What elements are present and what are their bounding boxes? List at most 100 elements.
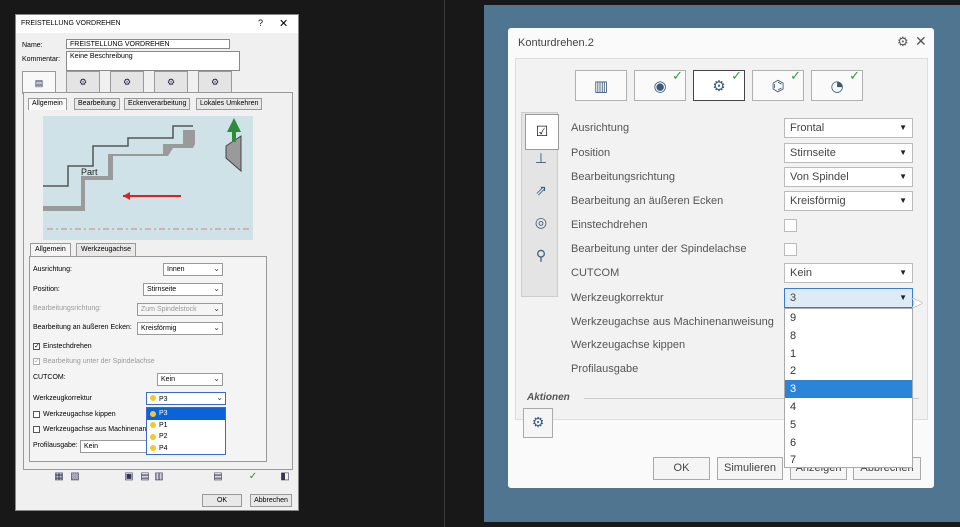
close-icon[interactable]: ✕ [915, 33, 927, 50]
list-item[interactable]: 1 [785, 345, 912, 363]
caret-down-icon: ▼ [899, 268, 907, 277]
ecken-dropdown[interactable]: Kreisförmig ⌄ [137, 322, 223, 335]
unter-spindel-checkbox: ✓ Bearbeitung unter der Spindelachse [33, 358, 155, 365]
check-icon[interactable]: ✓ [246, 471, 260, 485]
tab-macros[interactable]: ⚙ [198, 71, 232, 93]
list-item[interactable]: 2 [785, 362, 912, 380]
side-spindle-icon[interactable]: ⚲ [528, 243, 554, 269]
list-item[interactable]: P3 [147, 408, 225, 420]
ausrichtung-dropdown[interactable]: Frontal ▼ [784, 118, 913, 138]
tool-dot-icon [150, 395, 156, 401]
action-button[interactable]: ⚙ [523, 408, 553, 438]
subtab-eckenverarbeitung[interactable]: Eckenverarbeitung [124, 98, 191, 110]
werkzeugkorrektur-value: P3 [159, 396, 168, 403]
caret-down-icon: ▼ [899, 123, 907, 132]
help-button[interactable]: ? [258, 18, 263, 28]
close-button[interactable]: ✕ [279, 17, 288, 30]
report-icon[interactable]: ▤ [211, 471, 225, 485]
chevron-down-icon: ⌄ [213, 374, 220, 383]
inner-tab-allgemein[interactable]: Allgemein [30, 243, 71, 257]
einstech-checkbox[interactable] [784, 219, 797, 232]
werkzeugkorrektur-dropdown[interactable]: P3 ⌄ [146, 392, 226, 405]
bearbeitungsrichtung-dropdown: Zum Spindelstock ⌄ [137, 303, 223, 316]
einstech-label: Einstechdrehen [571, 219, 648, 231]
ausrichtung-value: Frontal [790, 122, 825, 134]
machine-icon[interactable]: ▤ [138, 471, 152, 485]
einstech-label: Einstechdrehen [43, 343, 92, 350]
operation-picture: Part [43, 116, 253, 240]
tool-dot-icon [150, 410, 156, 417]
checkbox-icon [33, 426, 40, 433]
machine-axis-checkbox[interactable]: Werkzeugachse aus Machinenan [33, 426, 146, 433]
cutcom-dropdown[interactable]: Kein ▼ [784, 263, 913, 283]
tab-tool-icon[interactable]: ◉ ✓ [634, 69, 686, 101]
tab-tool[interactable]: ⚙ [66, 71, 100, 93]
list-item[interactable]: P4 [147, 443, 225, 455]
chevron-down-icon: ⌄ [213, 264, 220, 273]
tab-macro-icon[interactable]: ⌬ ✓ [752, 69, 804, 101]
list-item[interactable]: P1 [147, 420, 225, 432]
comment-field[interactable]: Keine Beschreibung [66, 51, 240, 71]
side-transform-icon[interactable]: ⇗ [528, 178, 554, 204]
tab-feedrate-icon[interactable]: ◔ ✓ [811, 69, 863, 101]
caret-down-icon: ▼ [899, 196, 907, 205]
unter-spindel-checkbox[interactable] [784, 243, 797, 256]
cutcom-label: CUTCOM [571, 267, 620, 279]
name-label: Name: [22, 42, 43, 49]
ausrichtung-label: Ausrichtung: [33, 266, 72, 273]
ok-button[interactable]: OK [202, 494, 242, 507]
list-item[interactable]: 5 [785, 416, 912, 434]
werkzeugkorrektur-dropdown[interactable]: 3 ▼ [784, 288, 913, 308]
tool-icon[interactable]: ▦ [52, 471, 66, 485]
list-item[interactable]: 9 [785, 309, 912, 327]
subtab-bearbeitung[interactable]: Bearbeitung [74, 98, 120, 110]
ecken-value: Kreisförmig [790, 195, 846, 207]
position-dropdown[interactable]: Stirnseite ⌄ [143, 283, 223, 296]
simulate-button[interactable]: Simulieren [717, 457, 783, 480]
ausrichtung-value: Innen [167, 266, 185, 273]
tab-geometry[interactable]: ▤ [22, 71, 56, 94]
simulate-icon[interactable]: ▣ [122, 471, 136, 485]
export-icon[interactable]: ◧ [278, 471, 292, 485]
side-tool-icon[interactable]: ◎ [528, 210, 554, 236]
name-field[interactable]: FREISTELLUNG VORDREHEN [66, 39, 230, 49]
bearbeitungsrichtung-dropdown[interactable]: Von Spindel ▼ [784, 167, 913, 187]
tab-geometry-icon[interactable]: ▥ [575, 70, 627, 101]
list-item[interactable]: 4 [785, 398, 912, 416]
side-general-icon[interactable]: ☑ [525, 114, 559, 150]
tab-strategy[interactable]: ⚙ [110, 71, 144, 93]
werkzeugkorrektur-label: Werkzeugkorrektur [33, 395, 93, 402]
list-item[interactable]: 3 [785, 380, 912, 398]
profil-label: Profilausgabe [571, 363, 639, 375]
position-dropdown[interactable]: Stirnseite ▼ [784, 143, 913, 163]
cancel-button[interactable]: Abbrechen [250, 494, 292, 507]
bearbeitungsrichtung-label: Bearbeitungsrichtung [571, 171, 675, 183]
mouse-cursor-icon: ➤ [910, 293, 924, 312]
cutcom-dropdown[interactable]: Kein ⌄ [157, 373, 223, 386]
werkzeugkorrektur-label: Werkzeugkorrektur [571, 292, 664, 304]
gear-icon[interactable]: ⚙ [897, 34, 909, 50]
list-item[interactable]: 6 [785, 434, 912, 452]
ok-button[interactable]: OK [653, 457, 710, 480]
kippen-checkbox[interactable]: Werkzeugachse kippen [33, 411, 116, 418]
inner-tab-werkzeugachse[interactable]: Werkzeugachse [76, 243, 137, 257]
position-label: Position: [33, 286, 60, 293]
subtab-lokales-umkehren[interactable]: Lokales Umkehren [196, 98, 263, 110]
tab-strategy-icon[interactable]: ⚙ ✓ [693, 69, 745, 101]
preview-icon[interactable]: ▥ [152, 471, 166, 485]
toolpath-icon[interactable]: ▧ [68, 471, 82, 485]
einstech-checkbox[interactable]: ✓ Einstechdrehen [33, 343, 92, 350]
tab-feeds[interactable]: ⚙ [154, 71, 188, 93]
check-icon: ✓ [849, 69, 860, 84]
list-item[interactable]: 8 [785, 327, 912, 345]
ausrichtung-dropdown[interactable]: Innen ⌄ [163, 263, 223, 276]
side-axis-icon[interactable]: ⊥ [528, 146, 554, 172]
ausrichtung-label: Ausrichtung [571, 122, 630, 134]
subtab-allgemein[interactable]: Allgemein [28, 98, 67, 110]
list-item[interactable]: 7 [785, 451, 912, 469]
caret-down-icon: ▼ [899, 172, 907, 181]
chevron-down-icon: ⌄ [213, 284, 220, 293]
list-item[interactable]: P2 [147, 431, 225, 443]
ecken-dropdown[interactable]: Kreisförmig ▼ [784, 191, 913, 211]
tool-dot-icon [150, 422, 156, 429]
